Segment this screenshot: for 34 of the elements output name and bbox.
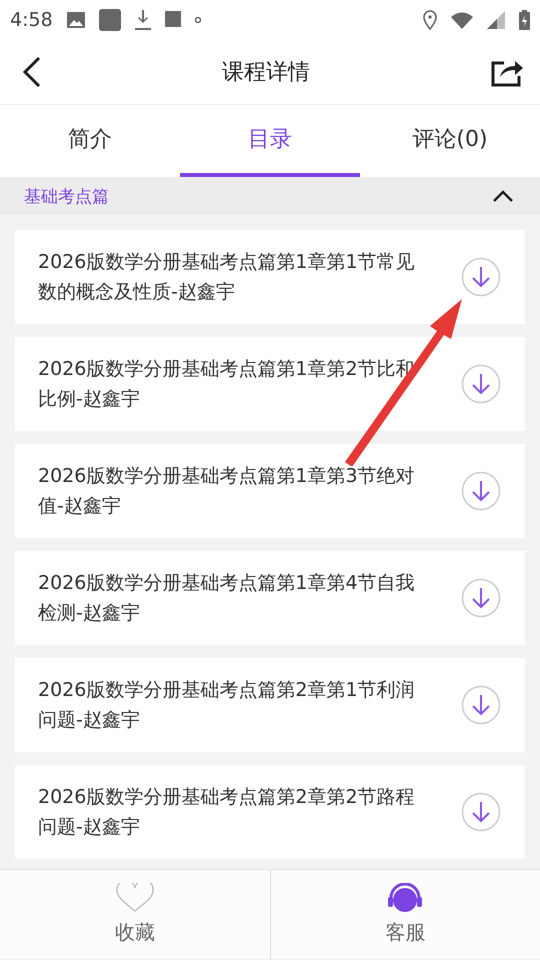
section-title[interactable]: 基础考点篇 [24,184,109,208]
download-icon[interactable] [461,257,501,297]
lesson-card[interactable]: 2026版数学分册基础考点篇第1章第3节绝对值-赵鑫宇 [15,444,525,538]
lesson-card[interactable]: 2026版数学分册基础考点篇第1章第1节常见数的概念及性质-赵鑫宇 [15,230,525,324]
signal-icon [487,11,505,29]
lesson-title: 2026版数学分册基础考点篇第1章第1节常见数的概念及性质-赵鑫宇 [38,250,416,305]
tab[interactable]: 评论(0) [360,105,540,177]
back-icon[interactable] [22,56,42,88]
collapse-icon[interactable] [492,190,514,202]
page-title: 课程详情 [222,59,310,87]
download-icon [134,10,151,30]
status-time: 4:58 [10,9,53,31]
lesson-card[interactable]: 2026版数学分册基础考点篇第2章第2节路程问题-赵鑫宇 [15,765,525,859]
download-icon[interactable] [461,792,501,832]
lesson-title: 2026版数学分册基础考点篇第2章第2节路程问题-赵鑫宇 [38,785,416,840]
lesson-title: 2026版数学分册基础考点篇第2章第1节利润问题-赵鑫宇 [38,678,416,733]
square-icon [98,9,121,31]
download-icon[interactable] [461,471,501,511]
location-icon [423,10,437,30]
download-icon[interactable] [461,685,501,725]
lesson-title: 2026版数学分册基础考点篇第1章第4节自我检测-赵鑫宇 [38,571,416,626]
lesson-card[interactable]: 2026版数学分册基础考点篇第1章第4节自我检测-赵鑫宇 [15,551,525,645]
lesson-card[interactable]: 2026版数学分册基础考点篇第2章第1节利润问题-赵鑫宇 [15,658,525,752]
favorite-button[interactable]: 收藏 [0,870,270,959]
tab[interactable]: 简介 [0,105,180,177]
heart-icon [116,883,154,913]
wifi-icon [451,12,473,28]
battery-icon [519,10,530,30]
lesson-title: 2026版数学分册基础考点篇第1章第3节绝对值-赵鑫宇 [38,464,416,519]
headset-icon [386,883,424,913]
download-icon[interactable] [461,364,501,404]
download-icon[interactable] [461,578,501,618]
service-button[interactable]: 客服 [270,870,540,959]
image-icon [66,12,85,28]
